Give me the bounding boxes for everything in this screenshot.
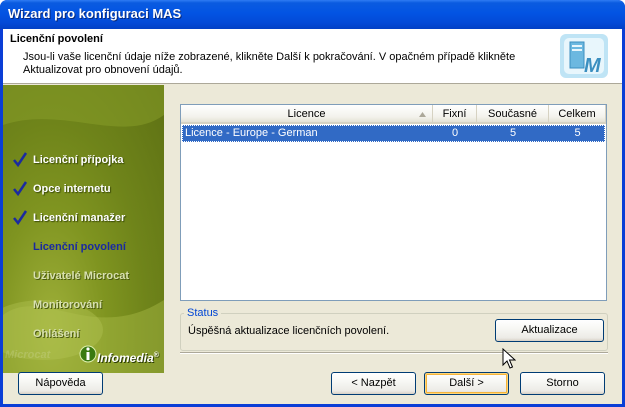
back-button[interactable]: < Nazpět bbox=[331, 372, 416, 395]
table-row[interactable]: Licence - Europe - German 0 5 5 bbox=[182, 125, 605, 142]
status-message: Úspěšná aktualizace licenčních povolení. bbox=[188, 325, 390, 337]
cancel-button[interactable]: Storno bbox=[520, 372, 605, 395]
cell-celkem: 5 bbox=[574, 127, 581, 139]
wizard-step-licencni-povoleni: Licenční povolení bbox=[33, 241, 126, 253]
brand-name: Infomedia® bbox=[97, 351, 159, 365]
mouse-cursor-icon bbox=[502, 348, 516, 369]
cell-licence: Licence - Europe - German bbox=[185, 127, 318, 139]
wizard-header: Licenční povolení Jsou-li vaše licenční … bbox=[3, 29, 622, 84]
wizard-window: Wizard pro konfiguraci MAS Licenční povo… bbox=[0, 0, 625, 407]
sidepanel-decoration bbox=[3, 85, 164, 373]
svg-text:M: M bbox=[584, 55, 602, 77]
cell-fixni: 0 bbox=[451, 127, 459, 139]
update-button[interactable]: Aktualizace bbox=[495, 319, 604, 342]
title-bar[interactable]: Wizard pro konfiguraci MAS bbox=[0, 0, 625, 29]
column-header-fixni[interactable]: Fixní bbox=[433, 105, 477, 124]
microcat-watermark: Microcat bbox=[5, 349, 51, 361]
wizard-steps-panel: Licenční přípojka Opce internetu Licenčn… bbox=[3, 85, 164, 373]
page-description: Jsou-li vaše licenční údaje níže zobraze… bbox=[23, 51, 516, 76]
wizard-step-opce-internetu: Opce internetu bbox=[33, 183, 111, 195]
wizard-step-licencni-pripojka: Licenční přípojka bbox=[33, 154, 124, 166]
list-header: Licence Fixní Současné Celkem bbox=[181, 105, 606, 124]
wizard-step-monitorovani: Monitorování bbox=[33, 299, 103, 311]
sort-ascending-icon bbox=[419, 112, 426, 117]
mas-server-logo-icon: M bbox=[560, 34, 608, 78]
page-title: Licenční povolení bbox=[10, 33, 103, 45]
wizard-client-area: Licenční povolení Jsou-li vaše licenční … bbox=[3, 29, 622, 404]
wizard-step-uzivatele-microcat: Uživatelé Microcat bbox=[33, 270, 129, 282]
wizard-step-ohlaseni: Ohlášení bbox=[33, 328, 80, 340]
column-header-soucasne[interactable]: Současné bbox=[477, 105, 549, 124]
window-title: Wizard pro konfiguraci MAS bbox=[8, 6, 182, 21]
wizard-step-licencni-manazer: Licenční manažer bbox=[33, 212, 126, 224]
infomedia-logo-icon bbox=[79, 345, 97, 363]
licence-list-view[interactable]: Licence Fixní Současné Celkem Licence - … bbox=[180, 104, 607, 301]
check-icon bbox=[13, 152, 28, 168]
cell-soucasne: 5 bbox=[509, 127, 517, 139]
check-icon bbox=[13, 210, 28, 226]
column-header-celkem[interactable]: Celkem bbox=[549, 105, 606, 124]
check-icon bbox=[13, 181, 28, 197]
column-header-licence[interactable]: Licence bbox=[181, 105, 433, 124]
help-button[interactable]: Nápověda bbox=[18, 372, 103, 395]
status-legend: Status bbox=[184, 307, 222, 319]
divider bbox=[180, 352, 608, 354]
next-button[interactable]: Další > bbox=[424, 372, 509, 395]
